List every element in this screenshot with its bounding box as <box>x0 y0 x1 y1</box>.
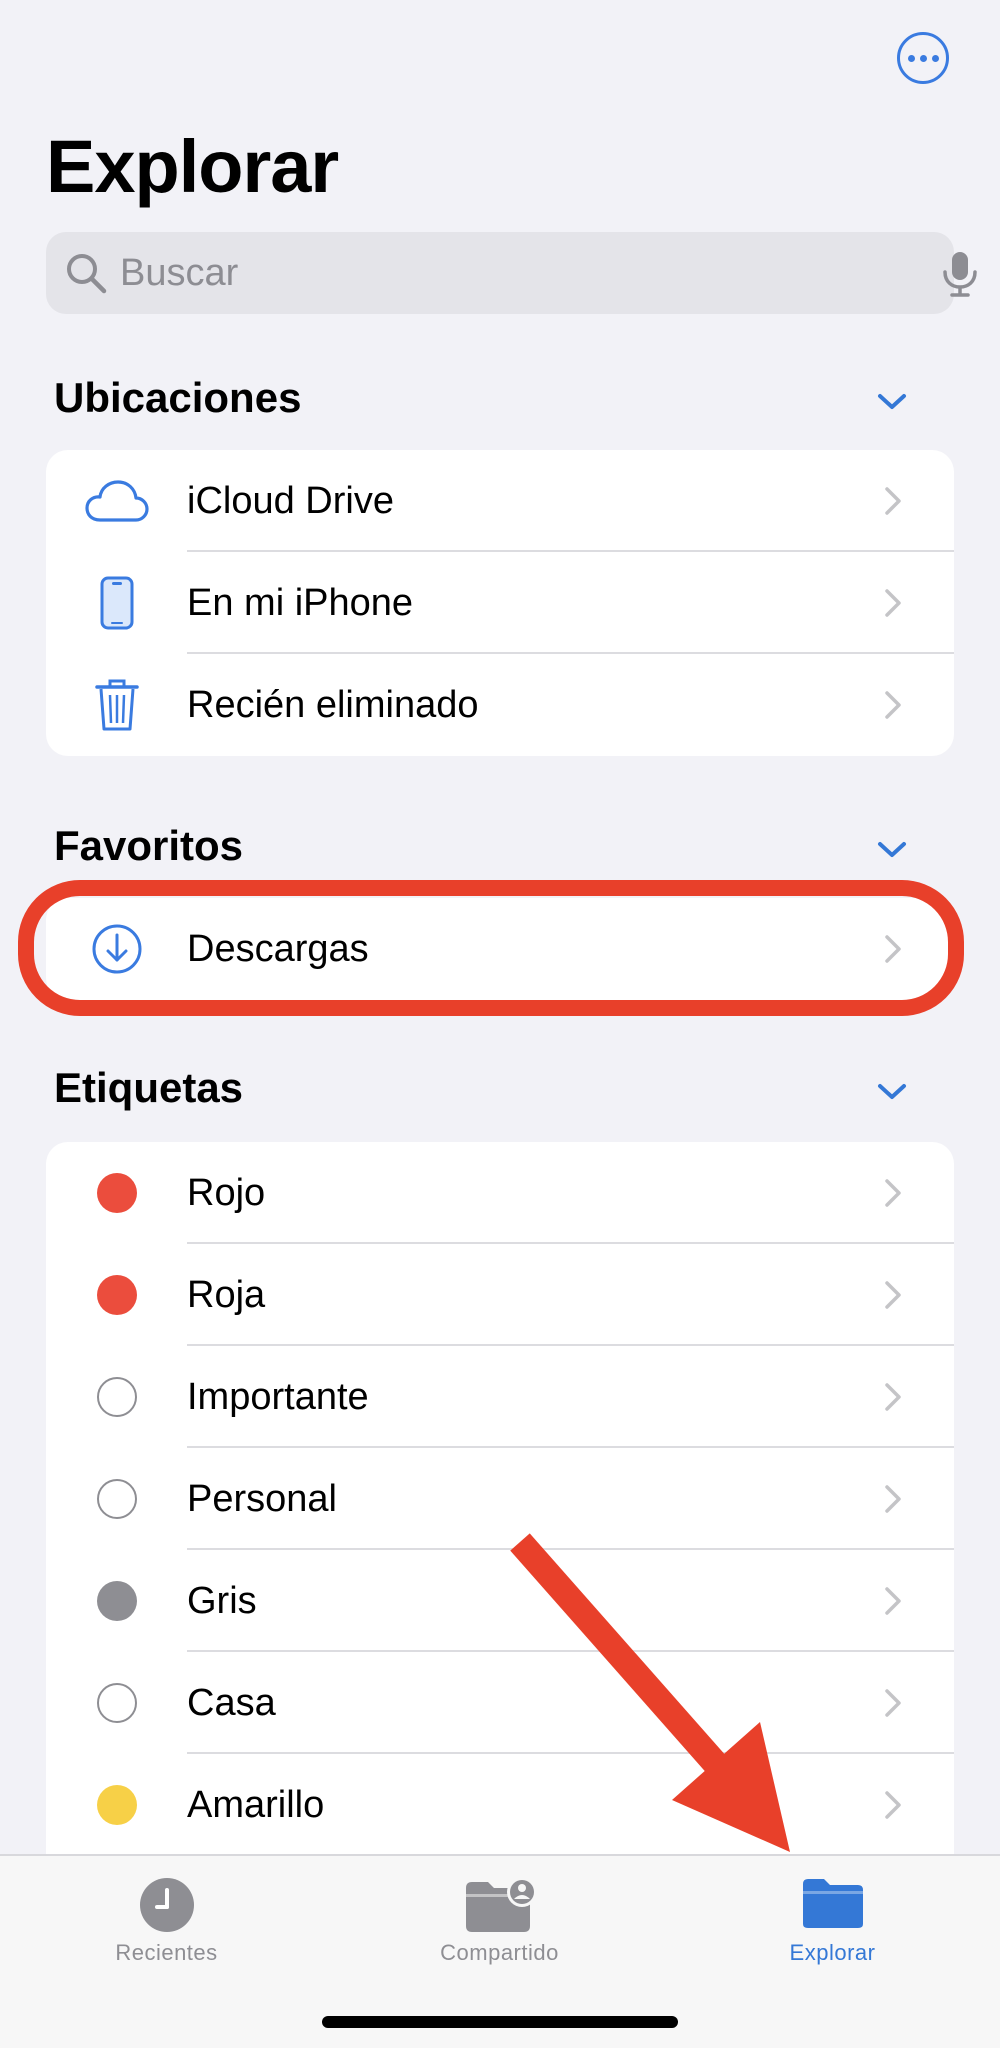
tab-label: Recientes <box>115 1940 218 1965</box>
tags-list: Rojo Roja Importante Personal Gris Casa … <box>46 1142 954 1854</box>
more-options-button[interactable] <box>897 32 949 84</box>
list-item-label: En mi iPhone <box>187 582 414 624</box>
tab-explorar[interactable]: Explorar <box>666 1856 999 1986</box>
trash-icon <box>95 679 139 731</box>
download-circle-icon <box>92 924 142 974</box>
ellipsis-dot <box>919 54 927 62</box>
page-title: Explorar <box>46 125 339 208</box>
microphone-icon[interactable] <box>940 250 980 298</box>
tab-compartido[interactable]: Compartido <box>333 1856 666 1986</box>
section-title-locations: Ubicaciones <box>54 374 302 421</box>
chevron-right-icon <box>885 1587 901 1615</box>
gray-tag-dot-icon <box>97 1581 137 1621</box>
list-item-label: Personal <box>187 1478 337 1520</box>
home-indicator[interactable] <box>322 2016 678 2028</box>
chevron-right-icon <box>885 691 901 719</box>
list-item-label: Recién eliminado <box>187 684 479 726</box>
list-item-label: Gris <box>187 1580 257 1622</box>
folder-icon <box>802 1879 863 1928</box>
section-title-tags: Etiquetas <box>54 1064 244 1111</box>
chevron-right-icon <box>885 487 901 515</box>
search-input[interactable] <box>120 232 900 314</box>
chevron-right-icon <box>885 935 901 963</box>
tag-item-casa[interactable]: Casa <box>46 1652 954 1754</box>
tag-item-amarillo[interactable]: Amarillo <box>46 1754 954 1854</box>
tab-recientes[interactable]: Recientes <box>0 1856 333 1986</box>
iphone-icon <box>100 576 134 630</box>
tab-label: Compartido <box>440 1940 559 1965</box>
chevron-right-icon <box>885 1383 901 1411</box>
chevron-right-icon <box>885 1179 901 1207</box>
chevron-right-icon <box>885 1485 901 1513</box>
tag-item-gris[interactable]: Gris <box>46 1550 954 1652</box>
locations-list: iCloud Drive En mi iPhone Recién elimina… <box>46 450 954 756</box>
list-item-label: Amarillo <box>187 1784 325 1826</box>
list-item-label: Importante <box>187 1376 369 1418</box>
collapse-chevron-icon[interactable] <box>874 390 910 414</box>
chevron-right-icon <box>885 1791 901 1819</box>
clock-icon <box>139 1878 194 1932</box>
empty-tag-dot-icon <box>97 1683 137 1723</box>
chevron-right-icon <box>885 589 901 617</box>
location-item-icloud[interactable]: iCloud Drive <box>46 450 954 552</box>
tab-label: Explorar <box>789 1940 876 1965</box>
section-title-favorites: Favoritos <box>54 822 244 869</box>
tag-item-roja[interactable]: Roja <box>46 1244 954 1346</box>
search-bar[interactable] <box>46 232 977 314</box>
location-item-iphone[interactable]: En mi iPhone <box>46 552 954 654</box>
cloud-icon <box>85 480 149 522</box>
tag-item-personal[interactable]: Personal <box>46 1448 954 1550</box>
empty-tag-dot-icon <box>97 1479 137 1519</box>
list-item-label: Roja <box>187 1274 266 1316</box>
search-icon <box>67 254 107 294</box>
tag-item-rojo[interactable]: Rojo <box>46 1142 954 1244</box>
chevron-right-icon <box>885 1689 901 1717</box>
list-item-label: Casa <box>187 1682 276 1724</box>
list-item-label: Rojo <box>187 1172 266 1214</box>
collapse-chevron-icon[interactable] <box>874 838 910 862</box>
favorites-list: Descargas <box>46 898 954 1000</box>
red-tag-dot-icon <box>97 1275 137 1315</box>
chevron-right-icon <box>885 1281 901 1309</box>
empty-tag-dot-icon <box>97 1377 137 1417</box>
list-item-label: Descargas <box>187 928 369 970</box>
collapse-chevron-icon[interactable] <box>874 1080 910 1104</box>
red-tag-dot-icon <box>97 1173 137 1213</box>
ellipsis-dot <box>931 54 939 62</box>
location-item-recently-deleted[interactable]: Recién eliminado <box>46 654 954 756</box>
ellipsis-icon <box>907 54 915 62</box>
shared-folder-icon <box>465 1877 537 1932</box>
tag-item-importante[interactable]: Importante <box>46 1346 954 1448</box>
favorite-item-downloads[interactable]: Descargas <box>46 898 954 1000</box>
yellow-tag-dot-icon <box>97 1785 137 1825</box>
list-item-label: iCloud Drive <box>187 480 394 522</box>
